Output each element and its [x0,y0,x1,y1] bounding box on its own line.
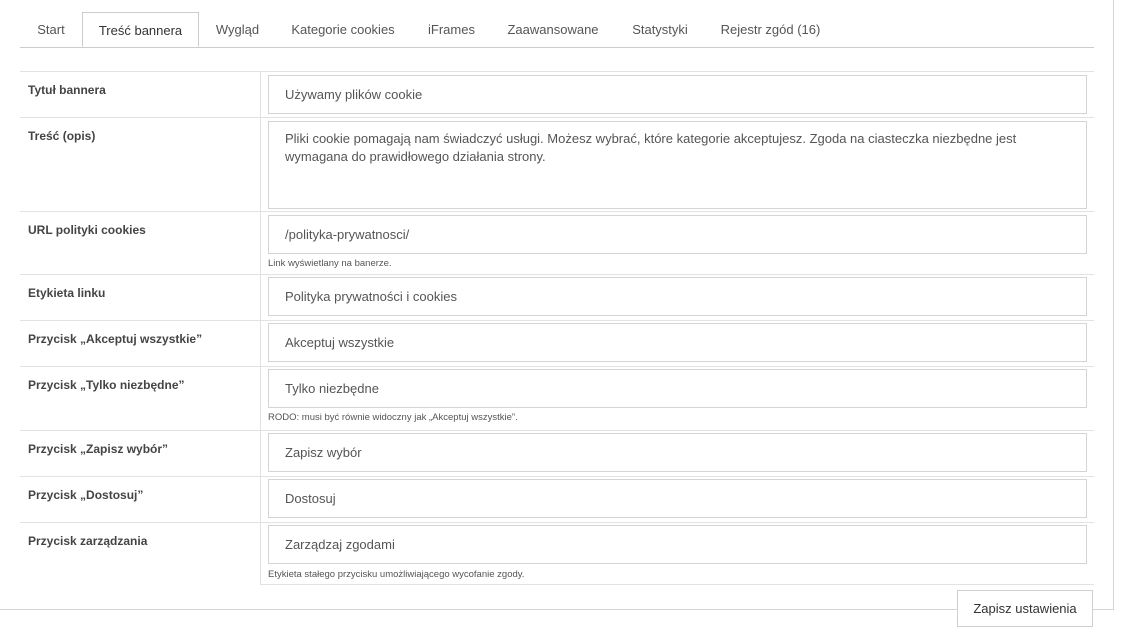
panel-bottom-border [0,609,1114,610]
row-only-necessary: Przycisk „Tylko niezbędne” Tylko niezbęd… [20,366,1094,431]
settings-tabs: Start Treść bannera Wygląd Kategorie coo… [20,12,1094,48]
row-manage: Przycisk zarządzania Zarządzaj zgodami E… [20,522,1094,585]
manage-label: Przycisk zarządzania [28,534,148,548]
panel-right-border [1113,0,1114,610]
tab-appearance[interactable]: Wygląd [199,12,276,47]
form-bottom-divider [260,584,1094,585]
tab-statistics[interactable]: Statystyki [613,12,707,47]
description-label: Treść (opis) [28,129,96,143]
row-link-label: Etykieta linku Polityka prywatności i co… [20,274,1094,321]
manage-input[interactable]: Zarządzaj zgodami [268,525,1087,564]
save-choice-label: Przycisk „Zapisz wybór” [28,442,169,456]
banner-title-label: Tytuł bannera [28,83,106,97]
tab-advanced[interactable]: Zaawansowane [493,12,613,47]
row-description: Treść (opis) Pliki cookie pomagają nam ś… [20,117,1094,212]
save-choice-input[interactable]: Zapisz wybór [268,433,1087,472]
tab-banner-content[interactable]: Treść bannera [82,12,199,47]
only-necessary-label: Przycisk „Tylko niezbędne” [28,378,185,392]
accept-all-label: Przycisk „Akceptuj wszystkie” [28,332,203,346]
tab-iframes[interactable]: iFrames [410,12,493,47]
row-customize: Przycisk „Dostosuj” Dostosuj [20,476,1094,523]
only-necessary-hint: RODO: musi być równie widoczny jak „Akce… [268,412,518,423]
tab-consent-log[interactable]: Rejestr zgód (16) [707,12,834,47]
row-banner-title: Tytuł bannera Używamy plików cookie [20,71,1094,118]
policy-url-input[interactable]: /polityka-prywatnosci/ [268,215,1087,254]
link-label-label: Etykieta linku [28,286,106,300]
policy-url-hint: Link wyświetlany na banerze. [268,258,392,269]
banner-title-input[interactable]: Używamy plików cookie [268,75,1087,114]
link-label-input[interactable]: Polityka prywatności i cookies [268,277,1087,316]
row-policy-url: URL polityki cookies /polityka-prywatnos… [20,211,1094,275]
manage-hint: Etykieta stałego przycisku umożliwiające… [268,569,525,580]
tab-cookie-categories[interactable]: Kategorie cookies [276,12,410,47]
customize-input[interactable]: Dostosuj [268,479,1087,518]
only-necessary-input[interactable]: Tylko niezbędne [268,369,1087,408]
policy-url-label: URL polityki cookies [28,223,146,237]
save-settings-button[interactable]: Zapisz ustawienia [957,590,1093,627]
customize-label: Przycisk „Dostosuj” [28,488,144,502]
row-accept-all: Przycisk „Akceptuj wszystkie” Akceptuj w… [20,320,1094,367]
accept-all-input[interactable]: Akceptuj wszystkie [268,323,1087,362]
row-save-choice: Przycisk „Zapisz wybór” Zapisz wybór [20,430,1094,477]
description-textarea[interactable]: Pliki cookie pomagają nam świadczyć usłu… [268,121,1087,209]
tab-start[interactable]: Start [20,12,82,47]
